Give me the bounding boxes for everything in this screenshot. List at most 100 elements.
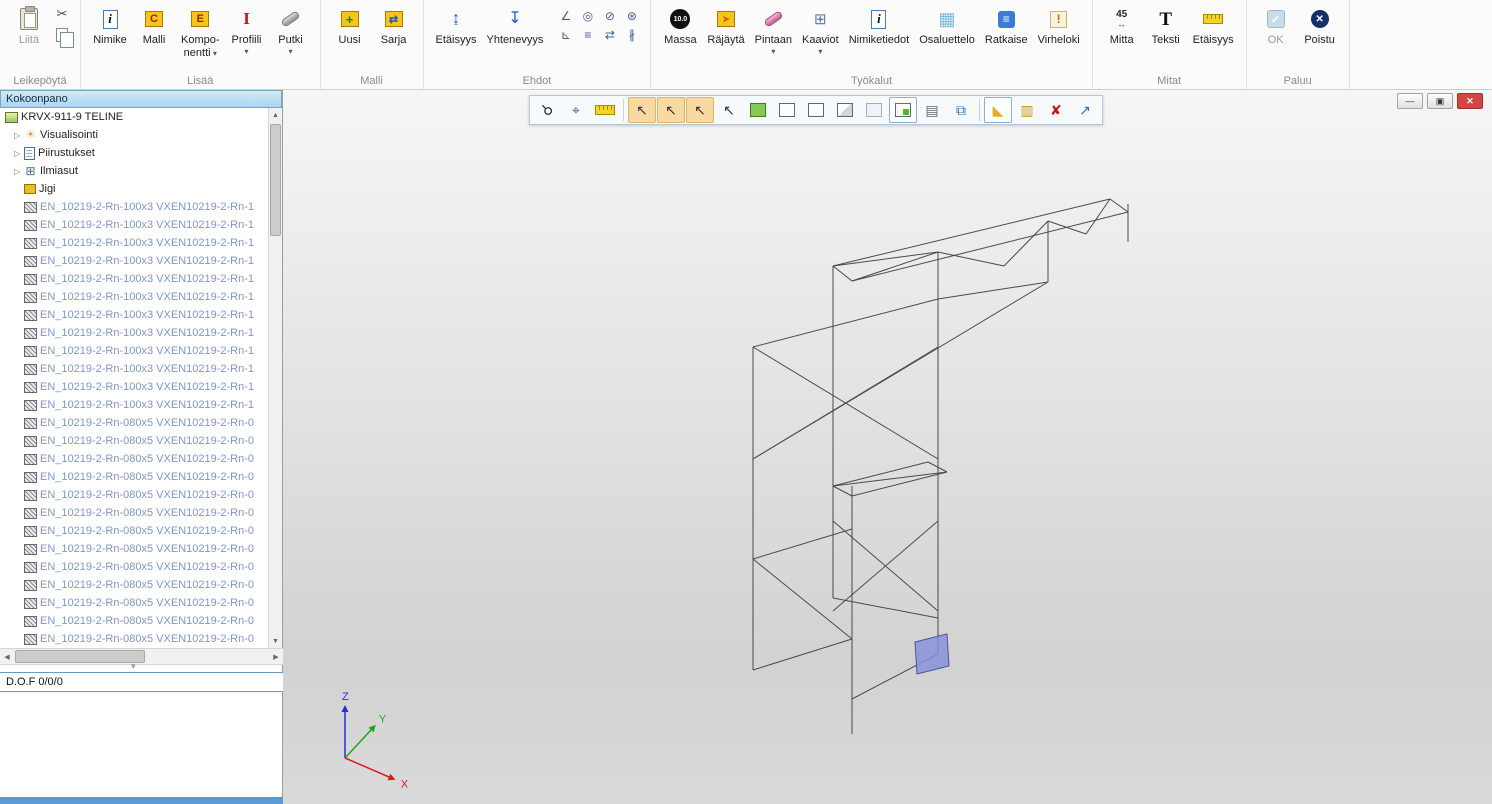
wireframe-line[interactable] bbox=[833, 486, 852, 496]
copy-button[interactable] bbox=[52, 26, 72, 44]
tree-item-profile[interactable]: EN_10219-2-Rn-080x5 VXEN10219-2-Rn-0 bbox=[0, 594, 269, 612]
wireframe-line[interactable] bbox=[833, 598, 938, 618]
coincident-constraint-icon[interactable]: ⊛ bbox=[621, 7, 642, 24]
wireframe-line[interactable] bbox=[852, 472, 947, 496]
wireframe-line[interactable] bbox=[833, 199, 1110, 266]
tree-item-profile[interactable]: EN_10219-2-Rn-100x3 VXEN10219-2-Rn-1 bbox=[0, 270, 269, 288]
selected-plate[interactable] bbox=[915, 634, 949, 674]
model-viewport[interactable]: ZYX ⚲⌖↖↖↖↖▤⧉◣▥✘↗ — ▣ ✕ bbox=[283, 90, 1492, 804]
tree-item-profile[interactable]: EN_10219-2-Rn-080x5 VXEN10219-2-Rn-0 bbox=[0, 576, 269, 594]
tree-item-profile[interactable]: EN_10219-2-Rn-080x5 VXEN10219-2-Rn-0 bbox=[0, 504, 269, 522]
report-icon[interactable]: ▤ bbox=[918, 97, 946, 123]
tree-item-profile[interactable]: EN_10219-2-Rn-080x5 VXEN10219-2-Rn-0 bbox=[0, 522, 269, 540]
angle-constraint-icon[interactable]: ∠ bbox=[555, 7, 576, 24]
bottom-scroll-strip[interactable] bbox=[0, 797, 283, 804]
box-transparent-icon[interactable] bbox=[860, 97, 888, 123]
tree-item-ilmiasut[interactable]: ▷ ⊞ Ilmiasut bbox=[0, 162, 269, 180]
tree-vertical-scrollbar[interactable]: ▲ ▼ bbox=[268, 108, 282, 648]
wireframe-line[interactable] bbox=[1048, 221, 1086, 234]
tree-item-profile[interactable]: EN_10219-2-Rn-080x5 VXEN10219-2-Rn-0 bbox=[0, 630, 269, 648]
sketch-plane-icon[interactable]: ◣ bbox=[984, 97, 1012, 123]
komponentti-button[interactable]: E Kompo- nentti bbox=[177, 3, 224, 62]
tree-item-profile[interactable]: EN_10219-2-Rn-100x3 VXEN10219-2-Rn-1 bbox=[0, 360, 269, 378]
tree-item-visualisointi[interactable]: ▷ ☀ Visualisointi bbox=[0, 126, 269, 144]
tree-item-profile[interactable]: EN_10219-2-Rn-100x3 VXEN10219-2-Rn-1 bbox=[0, 288, 269, 306]
pick-part-icon[interactable]: ↖ bbox=[715, 97, 743, 123]
tree-item-profile[interactable]: EN_10219-2-Rn-100x3 VXEN10219-2-Rn-1 bbox=[0, 216, 269, 234]
massa-button[interactable]: 10.0 Massa bbox=[659, 3, 701, 50]
perpendicular-constraint-icon[interactable]: ⊾ bbox=[555, 26, 576, 43]
wireframe-line[interactable] bbox=[938, 282, 1048, 299]
tangent-constraint-icon[interactable]: ⊘ bbox=[599, 7, 620, 24]
expand-arrow-icon[interactable]: ▷ bbox=[14, 167, 24, 176]
tree-root[interactable]: KRVX-911-9 TELINE bbox=[0, 108, 269, 126]
tree-item-jigi[interactable]: Jigi bbox=[0, 180, 269, 198]
tree-item-profile[interactable]: EN_10219-2-Rn-080x5 VXEN10219-2-Rn-0 bbox=[0, 468, 269, 486]
uusi-button[interactable]: + Uusi bbox=[329, 3, 371, 50]
teksti-button[interactable]: T Teksti bbox=[1145, 3, 1187, 50]
tree-item-profile[interactable]: EN_10219-2-Rn-100x3 VXEN10219-2-Rn-1 bbox=[0, 198, 269, 216]
box-hidden-icon[interactable] bbox=[802, 97, 830, 123]
tree-item-profile[interactable]: EN_10219-2-Rn-100x3 VXEN10219-2-Rn-1 bbox=[0, 234, 269, 252]
pick-edge-icon[interactable]: ↖ bbox=[657, 97, 685, 123]
select-window-icon[interactable]: ⌖ bbox=[562, 97, 590, 123]
tree-item-profile[interactable]: EN_10219-2-Rn-080x5 VXEN10219-2-Rn-0 bbox=[0, 540, 269, 558]
wireframe-line[interactable] bbox=[938, 252, 1004, 266]
tree-item-profile[interactable]: EN_10219-2-Rn-080x5 VXEN10219-2-Rn-0 bbox=[0, 486, 269, 504]
face-select-icon[interactable] bbox=[744, 97, 772, 123]
tree-item-piirustukset[interactable]: ▷ Piirustukset bbox=[0, 144, 269, 162]
pintaan-button[interactable]: Pintaan bbox=[751, 3, 796, 59]
tree-horizontal-scrollbar[interactable]: ◀ ▶ bbox=[0, 648, 283, 665]
kaaviot-button[interactable]: ⊞ Kaaviot bbox=[798, 3, 843, 59]
wireframe-line[interactable] bbox=[833, 462, 928, 486]
yhtenevyys-button[interactable]: ↧ Yhtenevyys bbox=[483, 3, 548, 50]
minimize-button[interactable]: — bbox=[1397, 93, 1423, 109]
vertical-scroll-thumb[interactable] bbox=[270, 124, 281, 236]
wireframe-line[interactable] bbox=[852, 252, 938, 281]
delete-icon[interactable]: ✘ bbox=[1042, 97, 1070, 123]
wireframe-svg[interactable]: ZYX bbox=[283, 90, 1492, 804]
tree-item-profile[interactable]: EN_10219-2-Rn-080x5 VXEN10219-2-Rn-0 bbox=[0, 414, 269, 432]
sarja-button[interactable]: ⇄ Sarja bbox=[373, 3, 415, 50]
nimiketiedot-button[interactable]: i Nimiketiedot bbox=[845, 3, 914, 50]
malli-button[interactable]: C Malli bbox=[133, 3, 175, 50]
scroll-down-arrow[interactable]: ▼ bbox=[269, 634, 282, 648]
nimike-button[interactable]: i Nimike bbox=[89, 3, 131, 50]
box-shaded-icon[interactable] bbox=[831, 97, 859, 123]
tree-item-profile[interactable]: EN_10219-2-Rn-100x3 VXEN10219-2-Rn-1 bbox=[0, 252, 269, 270]
measure-ruler-icon[interactable] bbox=[591, 97, 619, 123]
tree-item-profile[interactable]: EN_10219-2-Rn-100x3 VXEN10219-2-Rn-1 bbox=[0, 324, 269, 342]
ok-button[interactable]: ✓ OK bbox=[1255, 3, 1297, 50]
export-view-icon[interactable]: ↗ bbox=[1071, 97, 1099, 123]
wireframe-line[interactable] bbox=[852, 212, 1128, 281]
rajayta-button[interactable]: ➤ Räjäytä bbox=[703, 3, 748, 50]
horizontal-scroll-thumb[interactable] bbox=[15, 650, 145, 663]
restore-button[interactable]: ▣ bbox=[1427, 93, 1453, 109]
tree-item-profile[interactable]: EN_10219-2-Rn-100x3 VXEN10219-2-Rn-1 bbox=[0, 378, 269, 396]
virheloki-button[interactable]: ! Virheloki bbox=[1034, 3, 1084, 50]
etaisyys-ehto-button[interactable]: ↨ Etäisyys bbox=[432, 3, 481, 50]
tree-item-profile[interactable]: EN_10219-2-Rn-100x3 VXEN10219-2-Rn-1 bbox=[0, 306, 269, 324]
wireframe-line[interactable] bbox=[833, 472, 947, 486]
tree-item-profile[interactable]: EN_10219-2-Rn-080x5 VXEN10219-2-Rn-0 bbox=[0, 450, 269, 468]
paste-button[interactable]: Liitä bbox=[8, 3, 50, 50]
tree-item-profile[interactable]: EN_10219-2-Rn-080x5 VXEN10219-2-Rn-0 bbox=[0, 612, 269, 630]
ratkaise-button[interactable]: ≡ Ratkaise bbox=[981, 3, 1032, 50]
poistu-button[interactable]: ✕ Poistu bbox=[1299, 3, 1341, 50]
cut-button[interactable]: ✂ bbox=[52, 5, 72, 23]
tree-item-profile[interactable]: EN_10219-2-Rn-100x3 VXEN10219-2-Rn-1 bbox=[0, 342, 269, 360]
putki-button[interactable]: Putki bbox=[270, 3, 312, 59]
wireframe-line[interactable] bbox=[753, 529, 852, 559]
expand-arrow-icon[interactable]: ▷ bbox=[14, 131, 24, 140]
mitta-button[interactable]: 45 Mitta bbox=[1101, 3, 1143, 50]
osaluettelo-button[interactable]: ▦ Osaluettelo bbox=[915, 3, 979, 50]
wireframe-line[interactable] bbox=[1004, 221, 1048, 266]
parallel-constraint-icon[interactable]: ≡ bbox=[577, 26, 598, 43]
scroll-up-arrow[interactable]: ▲ bbox=[269, 108, 282, 122]
etaisyys-mitta-button[interactable]: Etäisyys bbox=[1189, 3, 1238, 50]
panel-splitter-handle[interactable]: ▾ bbox=[131, 662, 136, 671]
tree-item-profile[interactable]: EN_10219-2-Rn-100x3 VXEN10219-2-Rn-1 bbox=[0, 396, 269, 414]
pin-icon[interactable]: ⚲ bbox=[533, 97, 561, 123]
close-button[interactable]: ✕ bbox=[1457, 93, 1483, 109]
archive-icon[interactable]: ▥ bbox=[1013, 97, 1041, 123]
